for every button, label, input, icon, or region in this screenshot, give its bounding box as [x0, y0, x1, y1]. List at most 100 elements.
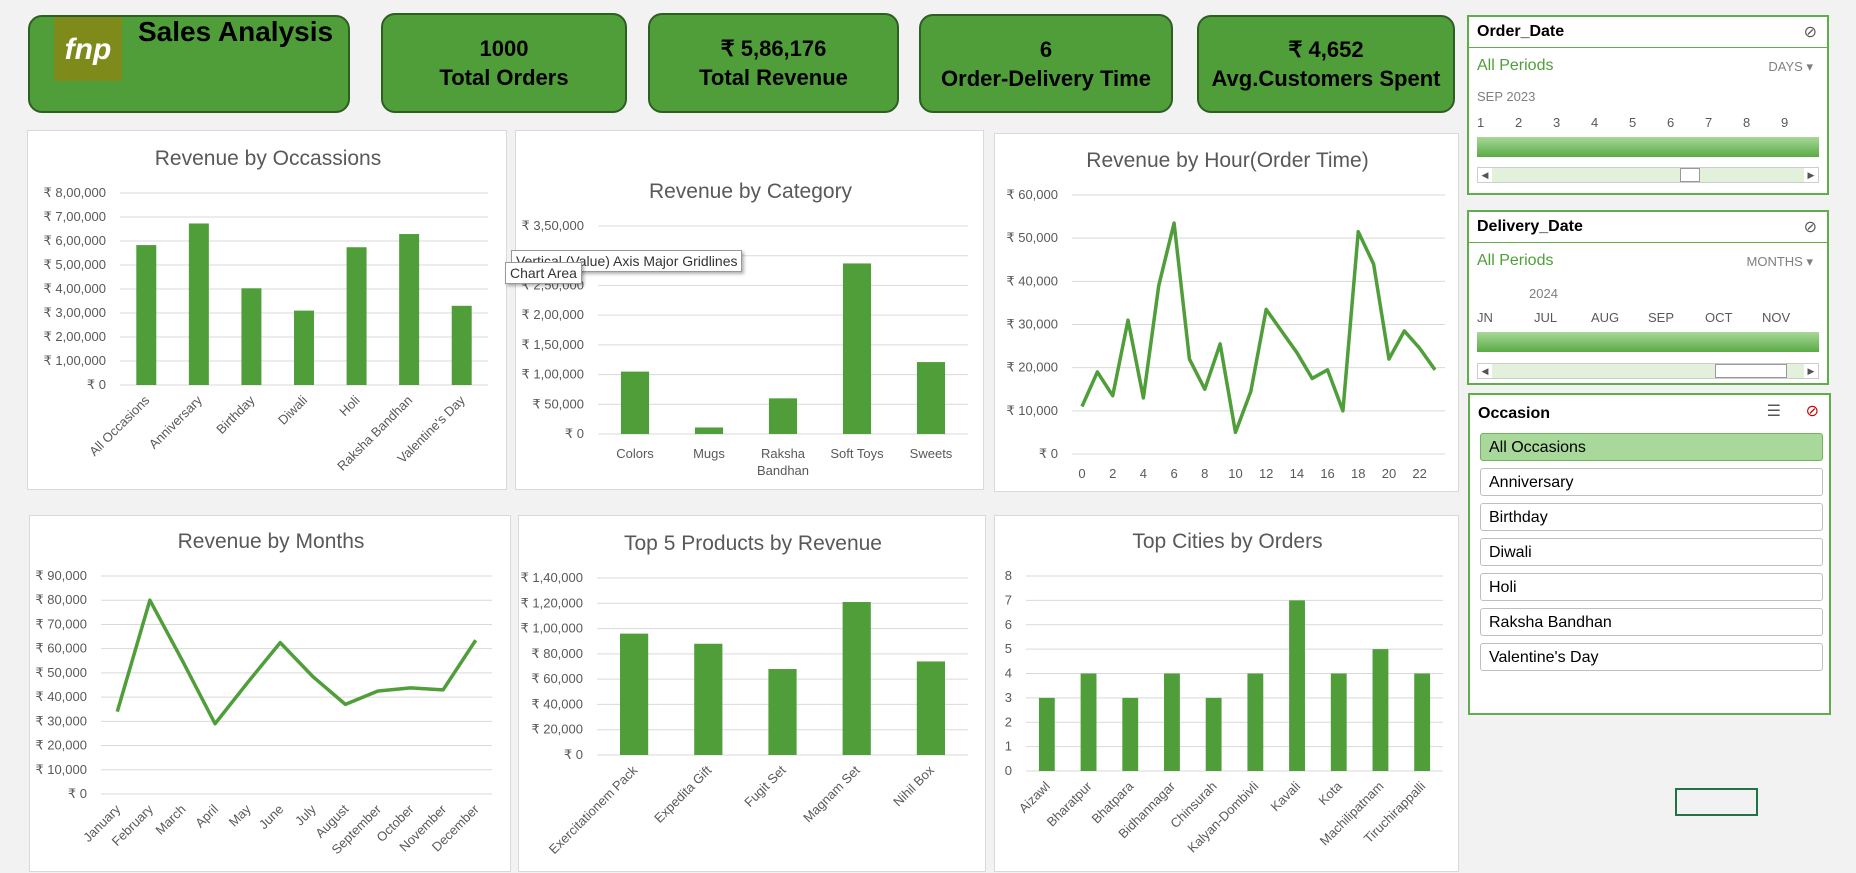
timeline-tick[interactable]: JUL: [1534, 310, 1557, 325]
occasion-item[interactable]: All Occasions: [1480, 433, 1823, 461]
timeline-tick[interactable]: 5: [1629, 115, 1636, 130]
timeline-tick[interactable]: JN: [1477, 310, 1493, 325]
bar[interactable]: [136, 245, 157, 385]
timeline-bar[interactable]: [1477, 332, 1819, 352]
bar[interactable]: [1122, 697, 1139, 771]
occasion-item[interactable]: Birthday: [1480, 503, 1823, 531]
slicer-unit-dropdown[interactable]: MONTHS ▾: [1747, 254, 1813, 270]
bar[interactable]: [1330, 673, 1347, 772]
timeline-tick[interactable]: OCT: [1705, 310, 1732, 325]
bar[interactable]: [1038, 697, 1055, 771]
slicer-delivery-date[interactable]: Delivery_Date ⊘ All Periods MONTHS ▾ 202…: [1467, 210, 1829, 385]
bar[interactable]: [620, 633, 649, 755]
kpi-label: Total Revenue: [699, 65, 848, 90]
occasion-item[interactable]: Anniversary: [1480, 468, 1823, 496]
timeline-tick[interactable]: 6: [1667, 115, 1674, 130]
bar[interactable]: [1080, 673, 1097, 772]
occasion-item[interactable]: Raksha Bandhan: [1480, 608, 1823, 636]
y-tick-label: ₹ 40,000: [35, 689, 87, 704]
clear-filter-icon[interactable]: ⊘: [1804, 217, 1817, 237]
slicer-period: All Periods: [1477, 57, 1554, 74]
scroll-left-icon[interactable]: ◀: [1478, 168, 1492, 182]
bar[interactable]: [294, 310, 314, 385]
chart-title: Revenue by Hour(Order Time): [1086, 149, 1368, 172]
timeline-bar[interactable]: [1477, 137, 1819, 157]
bar[interactable]: [188, 223, 209, 385]
bar[interactable]: [1205, 697, 1222, 771]
bar[interactable]: [241, 288, 262, 385]
y-tick-label: ₹ 60,000: [531, 671, 583, 686]
bar[interactable]: [1247, 673, 1264, 772]
chart-revenue-by-category[interactable]: Revenue by Category ₹ 0 ₹ 50,000 ₹ 1,00,000…: [515, 130, 984, 490]
x-tick-label: 18: [1351, 466, 1365, 481]
slicer-occasion[interactable]: Occasion ☰ ⊘ All Occasions Anniversary Bir…: [1468, 393, 1831, 715]
bar[interactable]: [1414, 673, 1431, 772]
timeline-tick[interactable]: 4: [1591, 115, 1598, 130]
occasion-item[interactable]: Valentine's Day: [1480, 643, 1823, 671]
selected-cell[interactable]: [1675, 788, 1758, 816]
x-tick-label: Expedita Gift: [651, 762, 715, 826]
clear-filter-icon[interactable]: ⊘: [1804, 22, 1817, 42]
bar[interactable]: [1372, 649, 1389, 771]
kpi-value: ₹ 4,652: [1288, 37, 1364, 62]
bar[interactable]: [451, 305, 472, 385]
x-tick-label: Bharatpur: [1044, 778, 1095, 829]
chart-revenue-by-months[interactable]: Revenue by Months ₹ 0 ₹ 10,000 ₹ 20,000 ₹ 30…: [29, 515, 511, 872]
timeline-tick[interactable]: 3: [1553, 115, 1560, 130]
timeline-scrollbar[interactable]: ◀ ▶: [1477, 167, 1819, 183]
y-tick-label: ₹ 60,000: [35, 641, 87, 656]
timeline-tick[interactable]: AUG: [1591, 310, 1619, 325]
bar[interactable]: [842, 602, 871, 755]
y-tick-label: ₹ 1,20,000: [521, 595, 584, 610]
bar[interactable]: [694, 427, 724, 434]
kpi-value: 1000: [479, 36, 529, 61]
bar[interactable]: [694, 643, 723, 755]
bar[interactable]: [916, 661, 945, 755]
scroll-left-icon[interactable]: ◀: [1478, 364, 1492, 378]
scroll-thumb[interactable]: [1680, 168, 1701, 182]
y-tick-label: 1: [1005, 739, 1012, 754]
timeline-tick[interactable]: 7: [1705, 115, 1712, 130]
timeline-tick[interactable]: 8: [1743, 115, 1750, 130]
occasion-item[interactable]: Diwali: [1480, 538, 1823, 566]
bar[interactable]: [620, 371, 650, 434]
chart-title: Revenue by Occassions: [155, 147, 381, 170]
bar[interactable]: [1164, 673, 1180, 772]
timeline-scrollbar[interactable]: ◀ ▶: [1477, 363, 1819, 379]
occasion-item[interactable]: Holi: [1480, 573, 1823, 601]
timeline-tick[interactable]: NOV: [1762, 310, 1790, 325]
x-tick-label: 2: [1109, 466, 1116, 481]
scroll-right-icon[interactable]: ▶: [1804, 364, 1818, 378]
bar[interactable]: [768, 669, 797, 755]
chart-top-products[interactable]: Top 5 Products by Revenue ₹ 0 ₹ 20,000 ₹ 40…: [518, 515, 986, 872]
series-line[interactable]: [1080, 221, 1437, 435]
series-line[interactable]: [115, 598, 478, 726]
x-tick-label: Diwali: [275, 392, 310, 427]
x-tick-label: 14: [1290, 466, 1304, 481]
timeline-tick[interactable]: 2: [1515, 115, 1522, 130]
slicer-order-date[interactable]: Order_Date ⊘ All Periods DAYS ▾ SEP 2023…: [1467, 15, 1829, 195]
scroll-right-icon[interactable]: ▶: [1804, 168, 1818, 182]
chart-revenue-by-hour[interactable]: Revenue by Hour(Order Time) ₹ 0 ₹ 10,000 ₹ …: [994, 133, 1459, 492]
y-tick-label: ₹ 60,000: [1006, 187, 1058, 202]
bar[interactable]: [768, 398, 798, 434]
chart-revenue-by-occasions[interactable]: Revenue by Occassions ₹ 0 ₹ 1,00,000 ₹ 2,00…: [27, 130, 507, 490]
bar[interactable]: [916, 362, 946, 434]
timeline-tick[interactable]: SEP: [1648, 310, 1674, 325]
kpi-value: ₹ 5,86,176: [720, 36, 827, 61]
timeline-tick[interactable]: 1: [1477, 115, 1484, 130]
bar[interactable]: [346, 247, 367, 385]
scroll-thumb[interactable]: [1714, 364, 1787, 378]
bar[interactable]: [842, 263, 872, 434]
bar[interactable]: [1289, 600, 1305, 771]
slicer-unit-dropdown[interactable]: DAYS ▾: [1768, 59, 1813, 75]
bar[interactable]: [399, 234, 420, 385]
y-tick-label: ₹ 0: [565, 426, 584, 441]
y-tick-label: ₹ 4,00,000: [44, 281, 107, 296]
dashboard-title: Sales Analysis: [138, 16, 334, 47]
timeline-tick[interactable]: 9: [1781, 115, 1788, 130]
multi-select-icon[interactable]: ☰: [1767, 401, 1781, 421]
clear-filter-icon[interactable]: ⊘: [1806, 401, 1819, 421]
x-tick-label: Magnam Set: [800, 762, 863, 825]
chart-top-cities[interactable]: Top Cities by Orders 0 1 2 3 4 5 6 7 8 Aizawl Bhara…: [994, 515, 1459, 872]
